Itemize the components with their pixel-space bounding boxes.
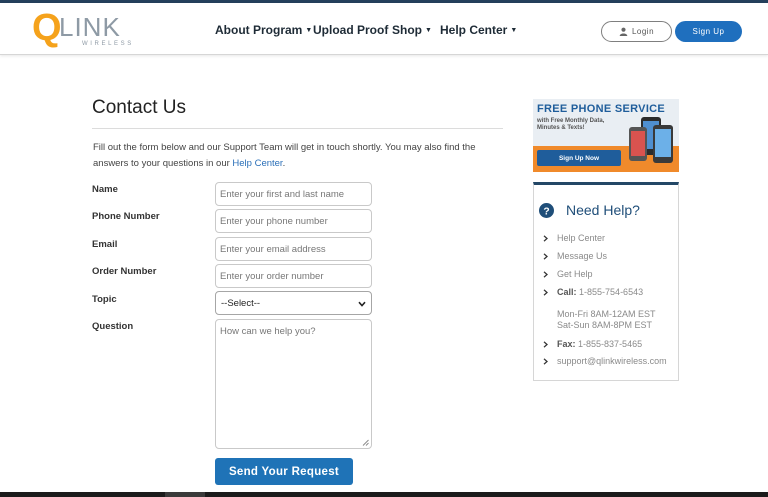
- phone-input[interactable]: Enter your phone number: [215, 209, 372, 233]
- help-link-message-us[interactable]: Message Us: [543, 251, 607, 261]
- question-circle-icon: ?: [539, 202, 554, 218]
- caret-down-icon: ▼: [510, 27, 518, 34]
- intro-line-1: Fill out the form below and our Support …: [93, 142, 476, 153]
- need-help-heading: ? Need Help?: [539, 202, 640, 218]
- nav-help-center-label: Help Center: [440, 23, 508, 37]
- bottom-bar-thumb: [165, 492, 205, 497]
- call-label: Call:: [557, 287, 577, 297]
- chevron-down-icon: [358, 301, 366, 307]
- send-request-button[interactable]: Send Your Request: [215, 458, 353, 485]
- chevron-right-icon: [543, 271, 548, 278]
- chevron-right-icon: [543, 235, 548, 242]
- login-button[interactable]: Login: [601, 21, 672, 42]
- name-input[interactable]: Enter your first and last name: [215, 182, 372, 206]
- phones-icon: [629, 117, 673, 163]
- login-label: Login: [631, 27, 655, 36]
- help-link-help-center[interactable]: Help Center: [543, 233, 605, 243]
- order-input[interactable]: Enter your order number: [215, 264, 372, 288]
- caret-down-icon: ▼: [425, 27, 432, 34]
- intro-line-2: answers to your questions in our: [93, 158, 233, 169]
- logo-q-mark: Q: [32, 7, 62, 49]
- promo-banner[interactable]: FREE PHONE SERVICE with Free Monthly Dat…: [533, 99, 679, 172]
- help-link-label: Message Us: [557, 251, 608, 261]
- need-help-title: Need Help?: [566, 202, 640, 218]
- hours-weekend: Sat-Sun 8AM-8PM EST: [557, 320, 653, 330]
- email-label: Email: [92, 239, 118, 250]
- chevron-right-icon: [543, 253, 548, 260]
- site-header: Q LINK WIRELESS About Program ▼ Upload Pr…: [0, 3, 768, 55]
- promo-title: FREE PHONE SERVICE: [537, 103, 666, 115]
- hours-weekday: Mon-Fri 8AM-12AM EST: [557, 309, 656, 319]
- phone-label: Phone Number: [92, 211, 160, 222]
- question-textarea[interactable]: How can we help you?: [215, 319, 372, 449]
- user-icon: [619, 27, 628, 36]
- title-divider: [92, 128, 503, 129]
- qlink-logo[interactable]: Q LINK WIRELESS: [32, 7, 131, 50]
- question-placeholder: How can we help you?: [220, 326, 316, 337]
- bottom-bar: [0, 492, 768, 497]
- help-fax: Fax: 1-855-837-5465: [543, 339, 642, 349]
- topic-label: Topic: [92, 294, 117, 305]
- help-call: Call: 1-855-754-6543: [543, 287, 643, 297]
- chevron-right-icon: [543, 358, 548, 365]
- chevron-right-icon: [543, 289, 548, 296]
- signup-label: Sign Up: [692, 27, 725, 36]
- intro-period: .: [282, 158, 286, 169]
- help-link-get-help[interactable]: Get Help: [543, 269, 593, 279]
- nav-about-program-label: About Program: [215, 23, 303, 37]
- fax-label: Fax:: [557, 339, 576, 349]
- help-link-label: Help Center: [557, 233, 606, 243]
- help-link-label: Get Help: [557, 269, 593, 279]
- logo-subtitle: WIRELESS: [82, 41, 134, 47]
- question-label: Question: [92, 321, 134, 332]
- svg-text:?: ?: [543, 206, 549, 217]
- topic-select[interactable]: --Select--: [215, 291, 372, 315]
- intro-text: Fill out the form below and our Support …: [93, 140, 493, 172]
- fax-number: 1-855-837-5465: [578, 339, 643, 349]
- topic-selected-value: --Select--: [221, 298, 261, 309]
- nav-shop-label: Shop: [392, 23, 422, 37]
- signup-button[interactable]: Sign Up: [675, 21, 742, 42]
- help-email[interactable]: support@qlinkwireless.com: [543, 356, 667, 366]
- page-title: Contact Us: [92, 97, 186, 118]
- promo-subtitle: with Free Monthly Data, Minutes & Texts!: [537, 118, 605, 131]
- help-center-link[interactable]: Help Center: [232, 158, 282, 169]
- call-number[interactable]: 1-855-754-6543: [579, 287, 643, 297]
- name-label: Name: [92, 184, 118, 195]
- nav-about-program[interactable]: About Program ▼: [215, 23, 312, 37]
- caret-down-icon: ▼: [305, 27, 313, 34]
- chevron-right-icon: [543, 341, 548, 348]
- support-email: support@qlinkwireless.com: [557, 356, 667, 366]
- need-help-card: ? Need Help? Help Center Message Us Get …: [533, 182, 679, 381]
- nav-help-center[interactable]: Help Center ▼: [440, 23, 517, 37]
- nav-shop[interactable]: Shop ▼: [392, 23, 432, 37]
- promo-signup-button[interactable]: Sign Up Now: [537, 150, 621, 166]
- order-label: Order Number: [92, 266, 157, 277]
- resize-grip-icon[interactable]: [362, 439, 369, 446]
- nav-upload-proof-label: Upload Proof: [313, 23, 389, 37]
- nav-upload-proof[interactable]: Upload Proof: [313, 23, 388, 37]
- email-input[interactable]: Enter your email address: [215, 237, 372, 261]
- logo-wordmark: LINK: [59, 12, 121, 42]
